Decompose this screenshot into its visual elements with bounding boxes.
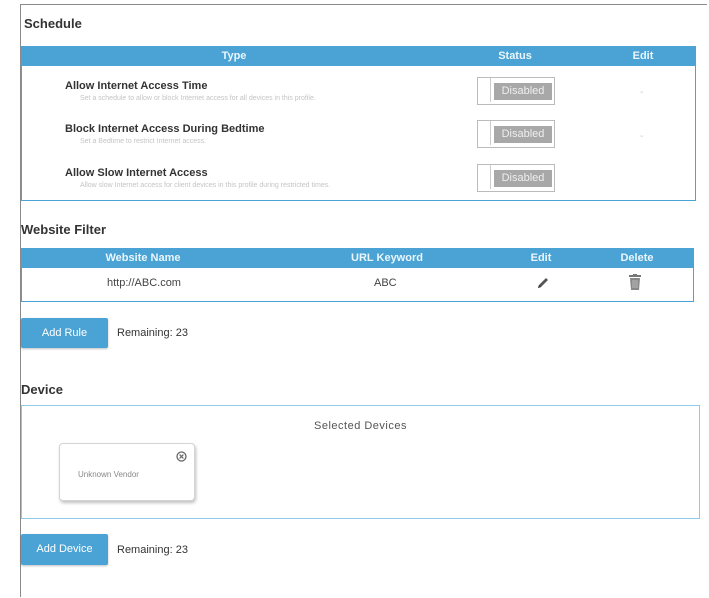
schedule-row-name: Allow Internet Access Time [65, 80, 208, 92]
device-card[interactable]: Unknown Vendor [59, 443, 195, 501]
header-url-keyword: URL Keyword [351, 252, 423, 264]
close-circle-icon[interactable] [176, 449, 187, 467]
header-website-name: Website Name [105, 252, 181, 264]
pencil-icon[interactable] [535, 275, 551, 294]
device-vendor-name: Unknown Vendor [78, 470, 139, 479]
block-bedtime-toggle[interactable]: Disabled [477, 120, 555, 148]
schedule-row-description: Allow slow Internet access for client de… [80, 182, 331, 189]
close-circle-icon-graphic [176, 451, 187, 462]
schedule-row-allow-time: Allow Internet Access Time Set a schedul… [22, 75, 695, 120]
rule-remaining-count: Remaining: 23 [117, 327, 188, 339]
add-rule-button[interactable]: Add Rule [21, 318, 108, 348]
schedule-title: Schedule [24, 16, 82, 31]
header-delete: Delete [620, 252, 654, 264]
schedule-panel: Type Status Edit Allow Internet Access T… [21, 46, 696, 201]
website-filter-table-header: Website Name URL Keyword Edit Delete [22, 249, 693, 268]
schedule-table-header: Type Status Edit [22, 47, 695, 66]
header-status: Status [498, 50, 532, 62]
device-title: Device [21, 382, 63, 397]
schedule-row-name: Block Internet Access During Bedtime [65, 123, 265, 135]
schedule-row-block-bedtime: Block Internet Access During Bedtime Set… [22, 119, 695, 164]
allow-internet-time-toggle[interactable]: Disabled [477, 77, 555, 105]
schedule-row-name: Allow Slow Internet Access [65, 167, 208, 179]
schedule-row-description: Set a Bedtime to restrict Internet acces… [80, 138, 207, 145]
url-keyword-cell: ABC [374, 277, 397, 289]
website-filter-panel: Website Name URL Keyword Edit Delete htt… [21, 248, 694, 302]
toggle-knob [478, 121, 491, 145]
toggle-status-label: Disabled [494, 126, 552, 143]
schedule-row-edit: - [640, 87, 644, 98]
schedule-row-description: Set a schedule to allow or block Interne… [80, 95, 316, 102]
toggle-status-label: Disabled [494, 170, 552, 187]
slow-internet-toggle[interactable]: Disabled [477, 164, 555, 192]
toggle-knob [478, 78, 491, 102]
header-edit: Edit [530, 252, 552, 264]
device-remaining-count: Remaining: 23 [117, 544, 188, 556]
toggle-status-label: Disabled [494, 83, 552, 100]
schedule-row-slow-access: Allow Slow Internet Access Allow slow In… [22, 163, 695, 208]
trash-icon[interactable] [628, 274, 642, 294]
pencil-icon-graphic [538, 278, 548, 288]
table-row: http://ABC.com ABC [22, 268, 693, 300]
trash-icon-graphic [629, 274, 641, 290]
website-filter-title: Website Filter [21, 222, 107, 237]
toggle-knob [478, 165, 491, 189]
schedule-row-edit: - [640, 131, 644, 142]
header-type: Type [221, 50, 247, 62]
header-edit: Edit [632, 50, 654, 62]
add-device-button[interactable]: Add Device [21, 534, 108, 565]
website-name-cell: http://ABC.com [107, 277, 181, 289]
selected-devices-panel: Selected Devices Unknown Vendor [21, 405, 700, 519]
selected-devices-label: Selected Devices [314, 420, 407, 432]
